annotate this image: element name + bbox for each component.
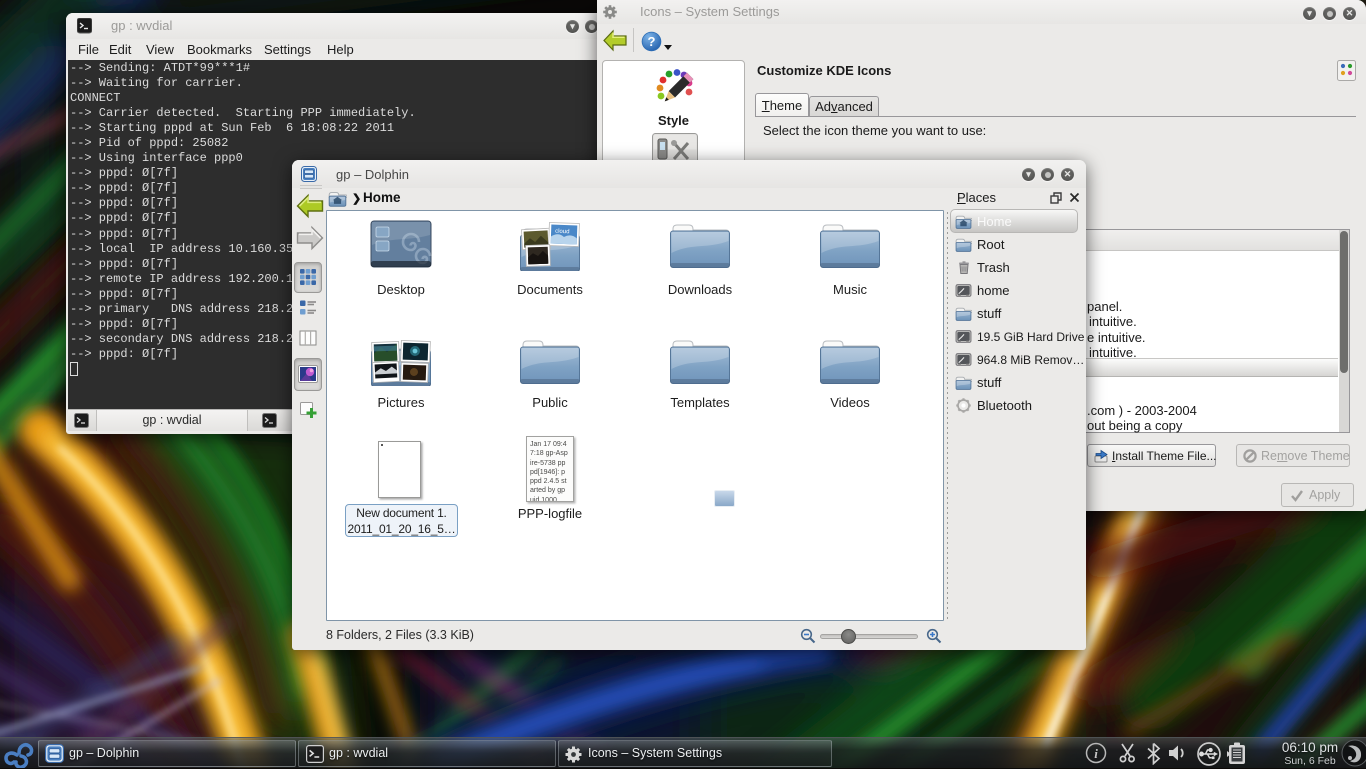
svg-text:cloud: cloud bbox=[555, 229, 570, 235]
svg-text:?: ? bbox=[648, 34, 656, 49]
svg-text:i: i bbox=[1094, 746, 1098, 761]
